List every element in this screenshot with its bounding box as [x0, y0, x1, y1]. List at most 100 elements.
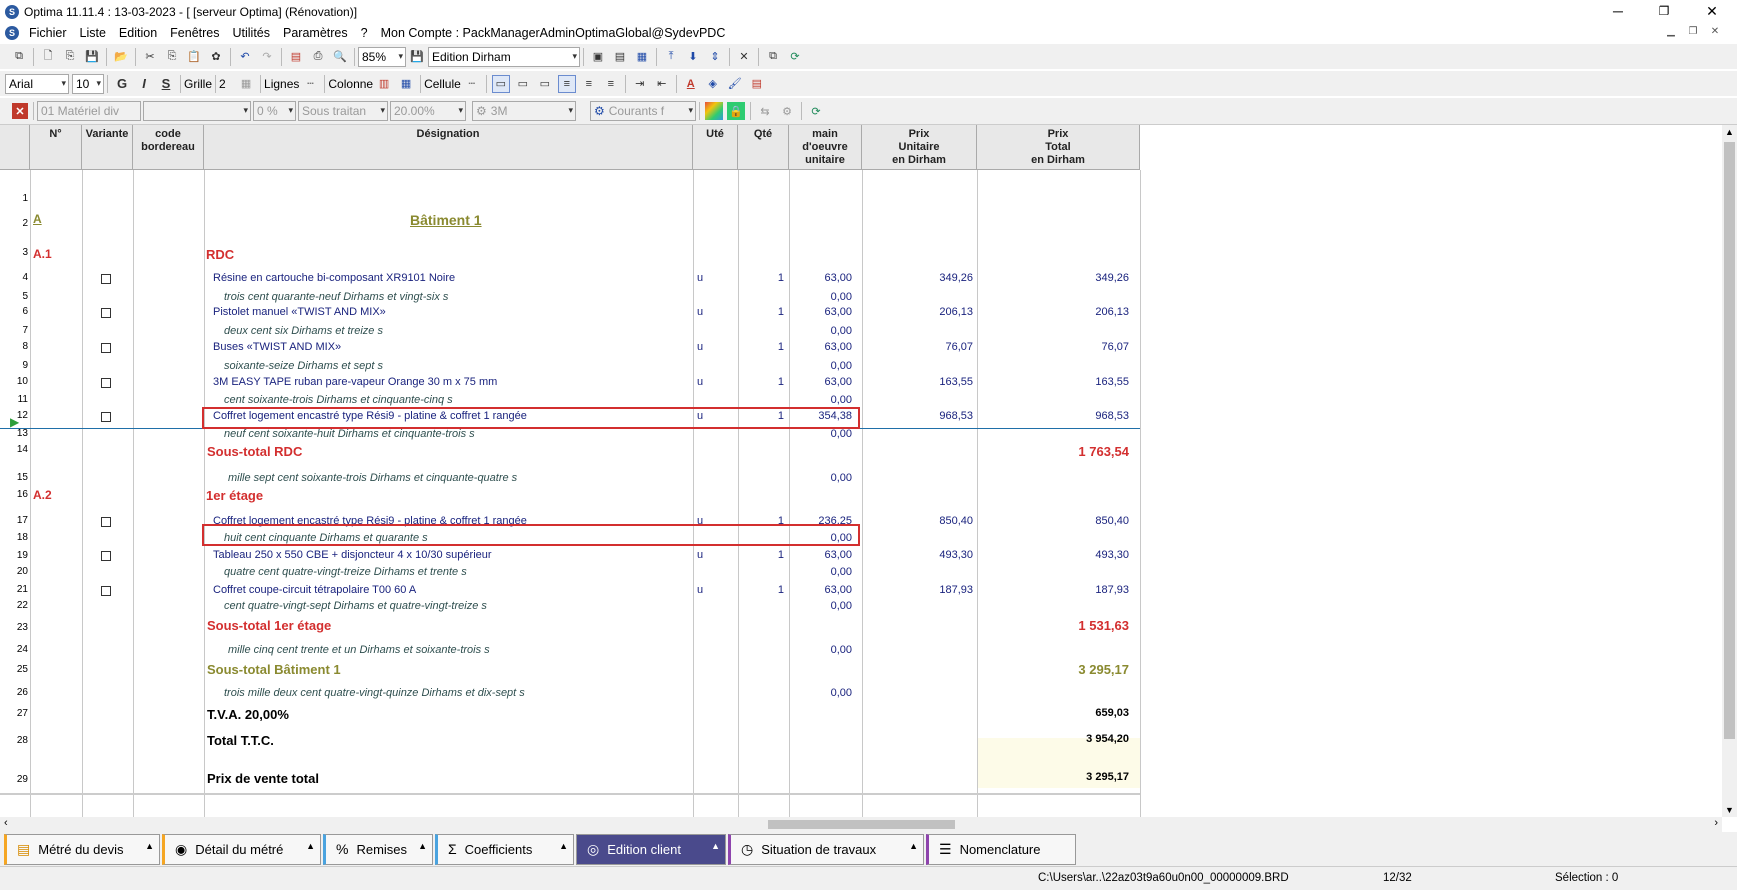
- color-palette-icon[interactable]: [705, 102, 723, 120]
- lock-icon[interactable]: 🔒: [727, 102, 745, 120]
- amount-in-words[interactable]: mille sept cent soixante-trois Dirhams e…: [228, 472, 517, 484]
- bold-button[interactable]: G: [113, 75, 131, 93]
- optima-sync-icon[interactable]: ⟳: [807, 102, 825, 120]
- labor-cell[interactable]: 0,00: [831, 428, 852, 440]
- mdi-minimize-icon[interactable]: ▁: [1661, 26, 1681, 37]
- total-price-cell[interactable]: 76,07: [1101, 341, 1129, 353]
- unit-cell[interactable]: u: [697, 376, 703, 388]
- font-color-icon[interactable]: A: [682, 75, 700, 93]
- quantity-cell[interactable]: 1: [778, 306, 784, 318]
- save-icon[interactable]: 💾: [83, 48, 101, 66]
- italic-button[interactable]: I: [135, 75, 153, 93]
- header-variante[interactable]: Variante: [82, 125, 133, 170]
- row-title[interactable]: Sous-total Bâtiment 1: [207, 662, 341, 677]
- amount-in-words[interactable]: trois mille deux cent quatre-vingt-quinz…: [224, 687, 525, 699]
- row-title[interactable]: 1er étage: [206, 488, 263, 503]
- variante-checkbox[interactable]: [101, 274, 111, 284]
- brush-icon[interactable]: 🖌: [726, 75, 744, 93]
- header-pu[interactable]: Prix Unitaire en Dirham: [862, 125, 977, 170]
- labor-cell[interactable]: 63,00: [824, 341, 852, 353]
- outdent-icon[interactable]: ⇤: [653, 75, 671, 93]
- variante-checkbox[interactable]: [101, 308, 111, 318]
- document-logo-icon[interactable]: S: [5, 26, 19, 40]
- quantity-cell[interactable]: 1: [778, 549, 784, 561]
- amount-in-words[interactable]: mille cinq cent trente et un Dirhams et …: [228, 644, 490, 656]
- menu-edition[interactable]: Edition: [119, 26, 157, 40]
- lot-select[interactable]: 01 Matériel div: [37, 101, 141, 121]
- mdi-restore-icon[interactable]: ❐: [1683, 26, 1703, 37]
- row-title[interactable]: Total T.T.C.: [207, 733, 274, 748]
- menu-account[interactable]: Mon Compte : PackManagerAdminOptimaGloba…: [381, 26, 726, 40]
- labor-cell[interactable]: 63,00: [824, 272, 852, 284]
- unit-price-cell[interactable]: 76,07: [945, 341, 973, 353]
- delete-icon[interactable]: ✕: [12, 103, 28, 119]
- amount-in-words[interactable]: neuf cent soixante-huit Dirhams et cinqu…: [224, 428, 475, 440]
- total-price-cell[interactable]: 163,55: [1095, 376, 1129, 388]
- header-main[interactable]: main d'oeuvre unitaire: [789, 125, 862, 170]
- minimize-button[interactable]: ─: [1595, 0, 1641, 22]
- total-price-cell[interactable]: 1 531,63: [1078, 618, 1129, 633]
- unit-cell[interactable]: u: [697, 272, 703, 284]
- vertical-scrollbar[interactable]: ▲ ▼: [1722, 125, 1737, 817]
- unit-cell[interactable]: u: [697, 549, 703, 561]
- tab-situation-travaux[interactable]: ◷ Situation de travaux ▲: [728, 833, 924, 865]
- indent-icon[interactable]: ⇥: [631, 75, 649, 93]
- sync-icon[interactable]: ⟳: [786, 48, 804, 66]
- currency-select[interactable]: ⚙ Courants f ▾: [590, 101, 696, 121]
- horizontal-scrollbar[interactable]: ‹ ›: [0, 817, 1722, 832]
- pdf-icon[interactable]: ▤: [287, 48, 305, 66]
- variante-checkbox[interactable]: [101, 551, 111, 561]
- menu-fichier[interactable]: Fichier: [29, 26, 67, 40]
- row-title[interactable]: Bâtiment 1: [410, 212, 482, 228]
- row-title[interactable]: Sous-total 1er étage: [207, 618, 331, 633]
- amount-in-words[interactable]: quatre cent quatre-vingt-treize Dirhams …: [224, 566, 467, 578]
- unit-price-cell[interactable]: 850,40: [939, 515, 973, 527]
- header-code[interactable]: code bordereau: [133, 125, 204, 170]
- amount-in-words[interactable]: soixante-seize Dirhams et sept s: [224, 360, 383, 372]
- total-price-cell[interactable]: 850,40: [1095, 515, 1129, 527]
- copy-cells-icon[interactable]: ⎘: [163, 48, 181, 66]
- amount-in-words[interactable]: cent quatre-vingt-sept Dirhams et quatre…: [224, 600, 487, 612]
- total-price-cell[interactable]: 3 295,17: [1086, 771, 1129, 783]
- variante-checkbox[interactable]: [101, 343, 111, 353]
- total-price-cell[interactable]: 206,13: [1095, 306, 1129, 318]
- move-down-icon[interactable]: ⬇: [684, 48, 702, 66]
- menu-fenetres[interactable]: Fenêtres: [170, 26, 219, 40]
- total-price-cell[interactable]: 187,93: [1095, 584, 1129, 596]
- zoom-select[interactable]: 85% ▾: [358, 46, 406, 67]
- labor-cell[interactable]: 63,00: [824, 376, 852, 388]
- scroll-left-icon[interactable]: ‹: [4, 817, 8, 829]
- header-designation[interactable]: Désignation: [204, 125, 693, 170]
- settings-gray-icon[interactable]: ⚙: [778, 102, 796, 120]
- quantity-cell[interactable]: 1: [778, 376, 784, 388]
- row-title[interactable]: Prix de vente total: [207, 771, 319, 786]
- item-designation[interactable]: 3M EASY TAPE ruban pare-vapeur Orange 30…: [213, 376, 497, 388]
- total-price-cell[interactable]: 659,03: [1095, 707, 1129, 719]
- estimate-grid[interactable]: N° Variante code bordereau Désignation U…: [0, 125, 1722, 817]
- windows-icon[interactable]: ⧉: [10, 48, 28, 66]
- grid-value[interactable]: 2: [219, 77, 235, 91]
- total-price-cell[interactable]: 3 295,17: [1078, 662, 1129, 677]
- total-price-cell[interactable]: 493,30: [1095, 549, 1129, 561]
- tab-metre-devis[interactable]: ▤ Métré du devis ▲: [4, 833, 160, 865]
- column-color-icon[interactable]: ▥: [375, 75, 393, 93]
- quantity-cell[interactable]: 1: [778, 272, 784, 284]
- labor-cell[interactable]: 0,00: [831, 325, 852, 337]
- category-select[interactable]: ▾: [143, 101, 251, 121]
- cell-style-icon[interactable]: ┄: [463, 75, 481, 93]
- variante-checkbox[interactable]: [101, 586, 111, 596]
- variante-checkbox[interactable]: [101, 412, 111, 422]
- row-title[interactable]: RDC: [206, 247, 234, 262]
- tools-icon[interactable]: ✕: [735, 48, 753, 66]
- header-num[interactable]: N°: [30, 125, 82, 170]
- unit-price-cell[interactable]: 187,93: [939, 584, 973, 596]
- row-title[interactable]: Sous-total RDC: [207, 444, 302, 459]
- paste-special-icon[interactable]: ✿: [207, 48, 225, 66]
- recalc-icon[interactable]: ⇆: [756, 102, 774, 120]
- amount-in-words[interactable]: deux cent six Dirhams et treize s: [224, 325, 383, 337]
- total-price-cell[interactable]: 1 763,54: [1078, 444, 1129, 459]
- paste-icon[interactable]: 📋: [185, 48, 203, 66]
- column-style-icon[interactable]: ▦: [397, 75, 415, 93]
- format-icon-2[interactable]: ▤: [611, 48, 629, 66]
- font-select[interactable]: Arial ▾: [5, 73, 69, 94]
